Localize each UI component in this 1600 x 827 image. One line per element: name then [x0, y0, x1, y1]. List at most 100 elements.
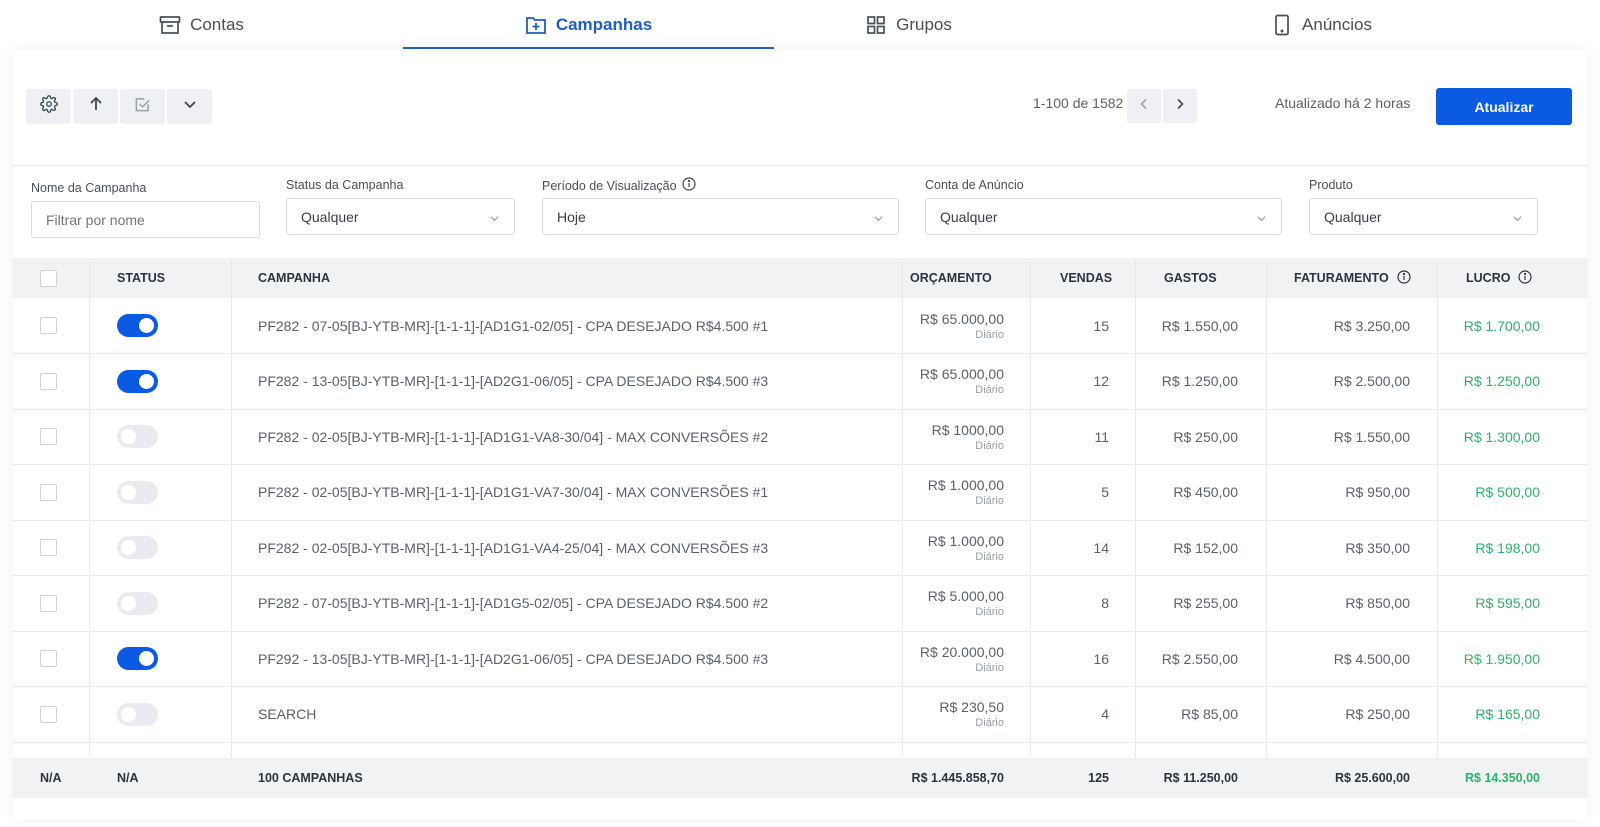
table-row[interactable]: SEARCH R$ 230,50 Diário 4 R$ 85,00 R$ 250,00 R… — [13, 687, 1587, 743]
campaign-name[interactable]: PF292 - 13-05[BJ-YTB-MR]-[1-1-1]-[AD2G1-… — [258, 631, 768, 686]
info-icon[interactable] — [681, 177, 696, 194]
budget-cell: R$ 65.000,00 Diário — [903, 354, 1004, 409]
budget-cell: R$ 230,50 Diário — [903, 687, 1004, 742]
tab-anuncios[interactable]: Anúncios — [1043, 0, 1600, 50]
more-options-button[interactable] — [167, 89, 212, 124]
header-revenue[interactable]: FATURAMENTO — [1294, 258, 1411, 298]
previous-page-button[interactable] — [1127, 89, 1161, 123]
campaign-status-value: Qualquer — [301, 208, 359, 225]
table-row[interactable]: PF282 - 02-05[BJ-YTB-MR]-[1-1-1]-[AD1G1-… — [13, 465, 1587, 521]
revenue-value: R$ 4.500,00 — [1333, 650, 1410, 667]
row-checkbox[interactable] — [40, 428, 57, 445]
spend-value: R$ 1.550,00 — [1161, 317, 1238, 334]
tab-campanhas[interactable]: Campanhas — [403, 0, 774, 50]
sales-value: 15 — [1093, 317, 1109, 334]
revenue-value: R$ 1.550,00 — [1333, 428, 1410, 445]
tab-campanhas-label: Campanhas — [555, 15, 653, 34]
next-page-button[interactable] — [1163, 89, 1197, 123]
settings-button[interactable] — [26, 89, 71, 124]
revenue-value: R$ 350,00 — [1345, 539, 1410, 556]
tab-grupos-label: Grupos — [896, 15, 952, 34]
header-spend[interactable]: GASTOS — [1164, 258, 1217, 298]
header-revenue-label: FATURAMENTO — [1294, 271, 1389, 285]
status-toggle[interactable] — [117, 314, 158, 337]
budget-period: Diário — [975, 661, 1004, 674]
campaign-name[interactable]: PF282 - 02-05[BJ-YTB-MR]-[1-1-1]-[AD1G1-… — [258, 409, 768, 464]
select-all-checkbox[interactable] — [40, 269, 57, 287]
footer-profit-total: R$ 14.350,00 — [1464, 771, 1540, 785]
spend-value: R$ 85,00 — [1181, 706, 1238, 722]
view-period-select[interactable]: Hoje — [542, 198, 899, 235]
status-toggle[interactable] — [117, 536, 158, 559]
sales-value: 16 — [1093, 650, 1109, 667]
row-checkbox[interactable] — [40, 594, 57, 612]
tab-grupos[interactable]: Grupos — [774, 0, 1043, 50]
status-toggle[interactable] — [117, 369, 158, 393]
row-checkbox[interactable] — [40, 317, 57, 334]
table-row[interactable]: PF292 - 13-05[BJ-YTB-MR]-[1-1-1]-[AD2G1-… — [13, 631, 1587, 687]
status-toggle-cell — [117, 354, 158, 409]
row-checkbox-cell — [40, 465, 57, 520]
campaign-name[interactable]: SEARCH — [258, 687, 316, 742]
row-checkbox-cell — [40, 409, 57, 464]
toolbar-button-group — [26, 89, 212, 124]
bulk-select-button[interactable] — [120, 89, 165, 124]
row-checkbox[interactable] — [40, 539, 57, 556]
row-checkbox-cell — [40, 520, 57, 575]
campaign-name[interactable]: PF282 - 07-05[BJ-YTB-MR]-[1-1-1]-[AD1G1-… — [258, 298, 768, 353]
table-row[interactable]: PF282 - 02-05[BJ-YTB-MR]-[1-1-1]-[AD1G1-… — [13, 409, 1587, 465]
row-checkbox[interactable] — [40, 483, 57, 501]
row-checkbox[interactable] — [40, 705, 57, 723]
campaign-name[interactable]: PF282 - 02-05[BJ-YTB-MR]-[1-1-1]-[AD1G1-… — [258, 520, 768, 575]
footer-campaign-count: 100 CAMPANHAS — [258, 771, 363, 785]
row-checkbox[interactable] — [40, 650, 57, 667]
chevron-down-icon — [489, 211, 500, 227]
header-campaign[interactable]: CAMPANHA — [258, 258, 330, 298]
table-row[interactable]: PF282 - 07-05[BJ-YTB-MR]-[1-1-1]-[AD1G1-… — [13, 298, 1587, 354]
table-row[interactable]: PF282 - 07-05[BJ-YTB-MR]-[1-1-1]-[AD1G5-… — [13, 576, 1587, 632]
table-row[interactable]: PF282 - 13-05[BJ-YTB-MR]-[1-1-1]-[AD2G1-… — [13, 354, 1587, 410]
campaign-status-select[interactable]: Qualquer — [286, 198, 515, 235]
archive-icon — [159, 14, 181, 36]
toggle-knob — [121, 540, 136, 555]
ad-account-select[interactable]: Qualquer — [925, 198, 1282, 235]
toggle-knob — [121, 429, 136, 444]
row-checkbox-cell — [40, 687, 57, 742]
status-toggle[interactable] — [117, 702, 158, 726]
gear-icon — [39, 95, 58, 118]
budget-cell: R$ 65.000,00 Diário — [903, 298, 1004, 353]
spend-value: R$ 450,00 — [1173, 484, 1238, 500]
header-status[interactable]: STATUS — [117, 258, 165, 298]
refresh-button[interactable]: Atualizar — [1436, 88, 1572, 125]
campaign-name[interactable]: PF282 - 13-05[BJ-YTB-MR]-[1-1-1]-[AD2G1-… — [258, 354, 768, 409]
header-sales[interactable]: VENDAS — [1060, 258, 1112, 298]
budget-period: Diário — [975, 439, 1004, 452]
spend-value: R$ 1.250,00 — [1161, 373, 1238, 389]
budget-amount: R$ 230,50 — [939, 699, 1004, 715]
status-toggle[interactable] — [117, 425, 158, 448]
table-row[interactable]: PF282 - 02-05[BJ-YTB-MR]-[1-1-1]-[AD1G1-… — [13, 520, 1587, 576]
chevron-down-icon — [183, 97, 197, 116]
chevron-right-icon — [1174, 97, 1186, 115]
status-toggle-cell — [117, 520, 158, 575]
info-icon[interactable] — [1397, 269, 1411, 287]
status-toggle[interactable] — [117, 591, 158, 615]
filter-name-label-text: Nome da Campanha — [31, 181, 147, 195]
last-updated-text: Atualizado há 2 horas — [1275, 95, 1411, 111]
campaigns-card: 1-100 de 1582 Atualizado há 2 horas Atua… — [13, 50, 1587, 820]
campaign-name-filter-input[interactable] — [31, 201, 260, 238]
campaign-name[interactable]: PF282 - 07-05[BJ-YTB-MR]-[1-1-1]-[AD1G5-… — [258, 576, 768, 631]
campaign-name[interactable]: PF282 - 02-05[BJ-YTB-MR]-[1-1-1]-[AD1G1-… — [258, 465, 768, 520]
budget-amount: R$ 1.000,00 — [927, 532, 1004, 549]
header-budget[interactable]: ORÇAMENTO — [910, 258, 992, 298]
budget-cell: R$ 20.000,00 Diário — [903, 631, 1004, 686]
sort-up-button[interactable] — [73, 89, 118, 124]
row-checkbox[interactable] — [40, 372, 57, 390]
sales-value: 5 — [1101, 484, 1109, 500]
info-icon[interactable] — [1518, 269, 1533, 287]
header-profit[interactable]: LUCRO — [1466, 258, 1533, 298]
status-toggle[interactable] — [117, 480, 158, 504]
tab-contas[interactable]: Contas — [0, 0, 403, 50]
status-toggle[interactable] — [117, 647, 158, 670]
product-select[interactable]: Qualquer — [1309, 198, 1538, 235]
